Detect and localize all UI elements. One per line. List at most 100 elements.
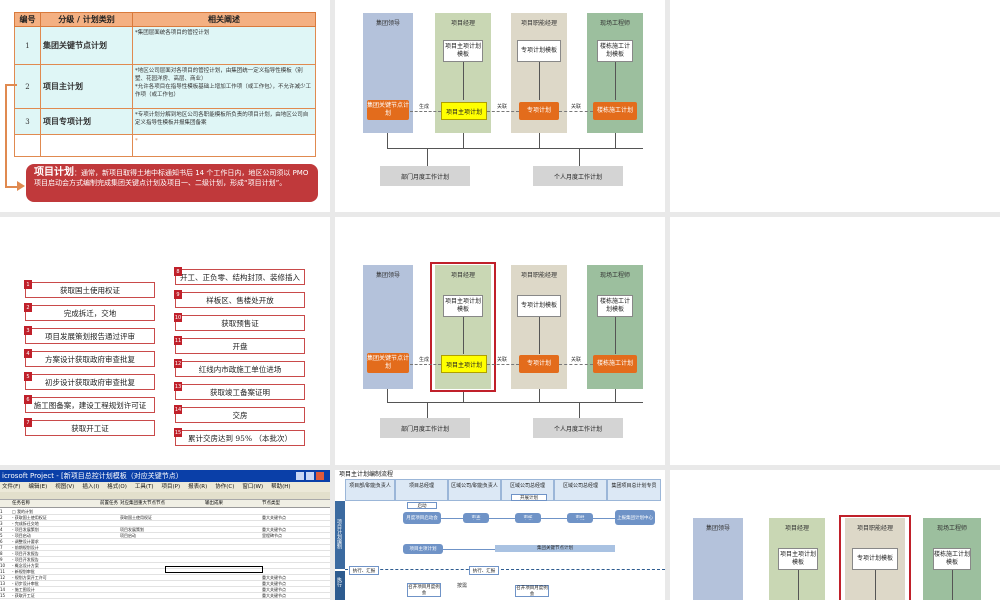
slide-thumbnail-9[interactable]: 集团领导 项目经理 项目职能经理 现场工程师 项目主项计划模板 专项计划模板 楼… [670,470,1000,600]
plan-level-table: 编号 分级 / 计划类别 相关阐述 1 集团关键节点计划 *集团层面统各项目的管… [14,12,316,157]
menu-window[interactable]: 窗口(W) [242,484,263,490]
template-box: 楼栋施工计划模板 [933,548,971,570]
output-box: 部门月度工作计划 [380,166,470,186]
process-col: 项目部/职能负责人 [345,479,395,501]
slide-thumbnail-3[interactable] [670,0,1000,212]
flow-label: 关联 [571,104,582,110]
milestone-text: 红线内市政施工单位进场 [198,364,282,374]
menu-tools[interactable]: 工具(T) [135,484,154,490]
template-box: 楼栋施工计划模板 [597,295,633,317]
col-predecessor[interactable]: 前置任务 [100,500,118,508]
lane-title: 集团领导 [705,525,730,532]
milestone-item: 13 获取竣工备案证明 [174,382,305,400]
milestone-text: 开工、正负零、结构封顶、装修插入 [180,272,300,282]
slide-thumbnail-4[interactable]: 1 获取国土使用权证 2 完成拆迁，交地 3 项目发展策划报告通过评审 4 方案设计获取… [0,217,330,465]
process-node: 召开项目月度例会 [407,583,441,597]
callout-title: 项目计划 [34,167,74,178]
template-box: 项目主项计划模板 [778,548,818,570]
node-box: 楼栋施工计划 [593,355,637,373]
lane-title: 现场工程师 [599,20,630,27]
milestone-number: 8 [174,267,182,276]
template-box: 楼栋施工计划模板 [597,40,633,62]
process-node: 执行、汇报 [349,566,379,575]
flow-label: 关联 [497,104,508,110]
process-bar: 集团关键节点计划 [495,545,615,552]
menu-report[interactable]: 报表(R) [188,484,207,490]
output-box: 个人月度工作计划 [533,418,623,438]
menu-insert[interactable]: 插入(I) [82,484,99,490]
process-node: 项目主项计划 [403,544,443,554]
milestone-number: 6 [24,395,32,404]
header-number: 编号 [14,12,41,27]
col-task-name[interactable]: 任务名称 [12,500,30,508]
menu-view[interactable]: 视图(V) [55,484,74,490]
menu-format[interactable]: 格式(O) [107,484,127,490]
row-number: 15 [0,593,6,598]
milestone-number: 9 [174,290,182,299]
menu-file[interactable]: 文件(F) [2,484,20,490]
lane-group-leader: 集团领导 [693,518,743,600]
milestone-text: 样板区、售楼处开放 [206,295,274,305]
project-plan-callout: 项目计划：通常，新项目取得土地中标通知书后 14 个工作日内，地区公司须以 PM… [26,164,318,202]
menu-help[interactable]: 帮助(H) [271,484,290,490]
process-col: 区域公司总经理 [554,479,607,501]
milestone-number: 15 [174,428,182,437]
menu-edit[interactable]: 编辑(E) [28,484,47,490]
milestone-item: 4 方案设计获取政府审查批复 [24,349,155,367]
col-group-node[interactable]: 对应集团重大节点节点 [120,500,165,508]
milestone-item: 2 完成拆迁，交地 [24,303,155,321]
arrow-right-icon [17,181,25,191]
slide-thumbnail-5[interactable]: 集团领导 项目经理 项目职能经理 现场工程师 项目主项计划模板 专项计划模板 楼… [335,217,665,465]
milestone-number: 5 [24,372,32,381]
milestone-number: 2 [24,303,32,312]
node-box: 集团关键节点计划 [367,353,409,373]
row-description-line: *地区公司层面对各项目的管控计划，由集团统一定义指导性模板（别墅、花园洋房、高层… [135,68,303,82]
flow-label: 生成 [419,357,430,363]
flow-label: 生成 [419,104,430,110]
process-side-band: 项目计划编制 [335,501,345,569]
cell-edit-box[interactable] [165,566,263,573]
table-row[interactable]: 15 - 获取开工证 重大关键节点 [0,593,330,599]
menu-project[interactable]: 项目(P) [162,484,181,490]
slide-thumbnail-1[interactable]: 编号 分级 / 计划类别 相关阐述 1 集团关键节点计划 *集团层面统各项目的管… [0,0,330,212]
milestone-text: 获取开工证 [71,423,109,433]
minimize-icon[interactable] [296,472,304,480]
milestone-text: 施工图备案，建设工程规划许可证 [33,400,147,410]
row-description-line: *允许各项目在指导性模板基础上增加工作项（或工作包），不允许减少工作项（或工作包… [135,84,312,98]
node-type: 重大关键节点 [262,593,286,598]
grid-header: 任务名称 前置任务 对应集团重大节点节点 输出成果 节点类型 [0,500,330,508]
col-output[interactable]: 输出成果 [205,500,223,508]
milestone-number: 11 [174,336,182,345]
slide-thumbnail-8[interactable]: 项目主计划编制流程 项目部/职能负责人 项目总经理 区域公司/职能负责人 区域公… [335,470,665,600]
menu-collab[interactable]: 协作(C) [215,484,234,490]
side-label: 项目计划编制 [336,519,342,549]
slide-thumbnail-2[interactable]: 集团领导 项目经理 项目职能经理 现场工程师 项目主项计划模板 专项计划模板 楼… [335,0,665,212]
template-box: 项目主项计划模板 [443,40,483,62]
col-node-type[interactable]: 节点类型 [262,500,280,508]
slide-thumbnail-7[interactable]: icrosoft Project - [新项目总控计划模板（对应关键节点） 文件… [0,470,330,600]
milestone-text: 初步设计获取政府审查批复 [45,377,135,387]
side-label: 执行 [336,577,342,587]
bracket-connector [5,84,17,188]
row-category: 项目专项计划 [40,108,133,135]
process-node: 召开项目月度例会 [515,585,549,597]
process-node: 月度项目启动会 [403,512,441,524]
callout-text: ：通常，新项目取得土地中标通知书后 14 个工作日内，地区公司须以 PMO 项目… [34,169,309,187]
template-box: 项目主项计划模板 [443,295,483,317]
close-icon[interactable] [316,472,324,480]
flow-label: 关联 [571,357,582,363]
node-box: 专项计划 [519,355,559,373]
milestone-item: 11 开盘 [174,336,305,354]
process-node: 启动 [407,502,437,509]
task-name: - 获取开工证 [12,593,35,598]
process-col: 集团项目总计划专员 [607,479,661,501]
maximize-icon[interactable] [306,472,314,480]
row-number: 1 [14,26,41,65]
output-box: 个人月度工作计划 [533,166,623,186]
node-box: 楼栋施工计划 [593,102,637,120]
template-box: 专项计划模板 [517,295,561,317]
node-box: 集团关键节点计划 [367,100,409,120]
slide-thumbnail-6[interactable] [670,217,1000,465]
lane-title: 项目经理 [784,525,809,532]
process-label: 按需 [457,583,468,589]
